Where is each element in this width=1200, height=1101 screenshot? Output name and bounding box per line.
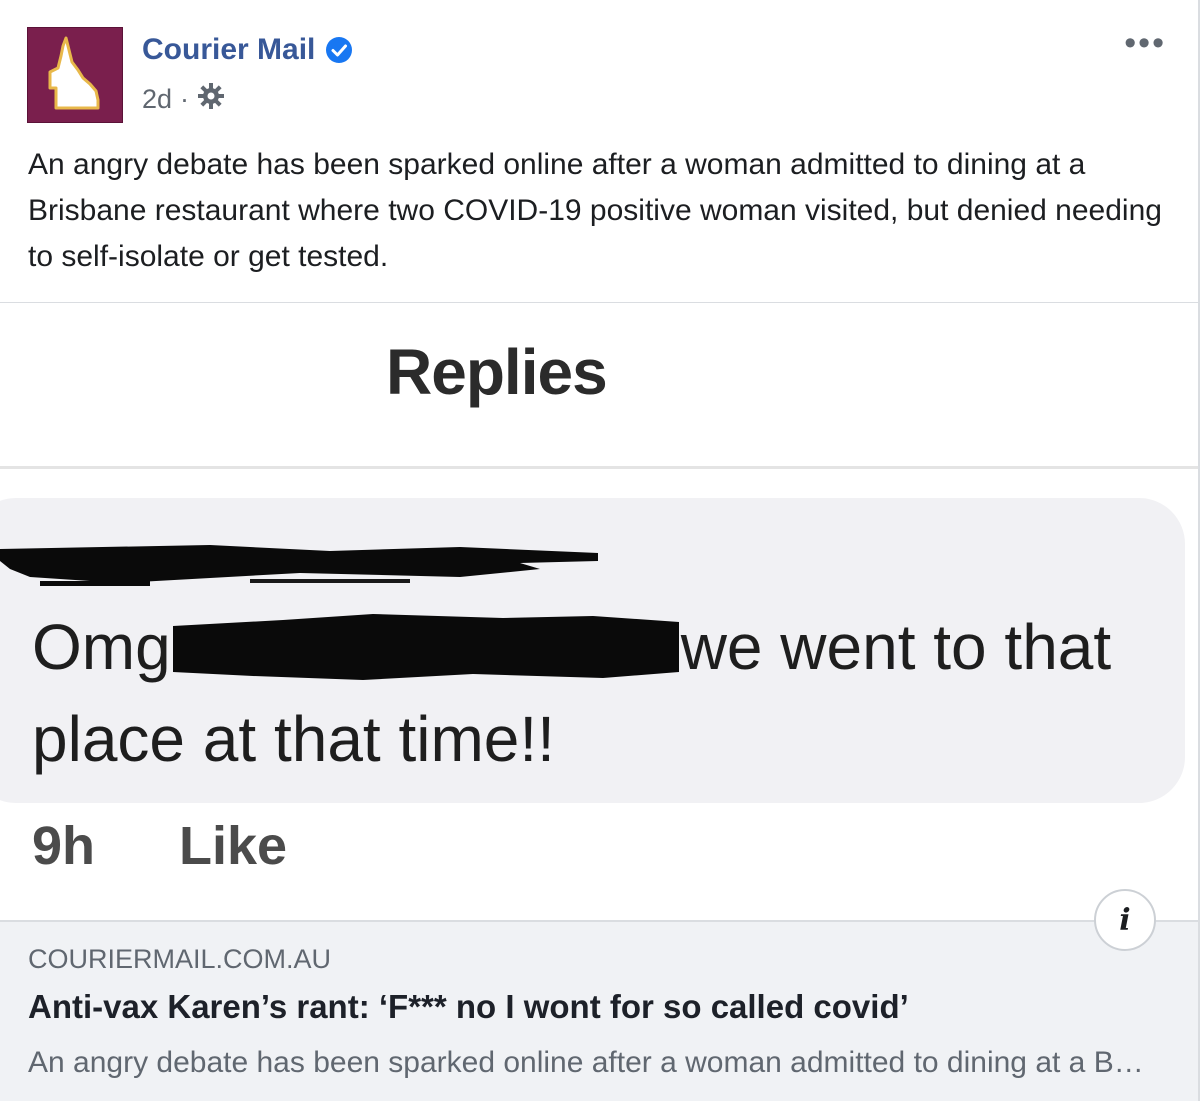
- comment-actions: 9h Like: [32, 815, 287, 877]
- replies-divider: [0, 466, 1198, 469]
- queensland-map-logo: [48, 36, 100, 110]
- embedded-screenshot[interactable]: Replies Omg we went to that place at tha…: [0, 303, 1198, 920]
- redacted-text: [172, 614, 679, 680]
- page-name[interactable]: Courier Mail: [142, 33, 315, 67]
- comment-line-2: place at that time!!: [32, 703, 555, 775]
- link-domain: COURIERMAIL.COM.AU: [28, 944, 332, 974]
- post-timestamp[interactable]: 2d: [142, 84, 172, 115]
- post-meta: 2d ·: [142, 82, 225, 117]
- meta-separator: ·: [180, 84, 190, 114]
- comment-like-label: Like: [179, 816, 288, 876]
- comment-end: we went to that: [680, 611, 1112, 683]
- link-title[interactable]: Anti-vax Karen’s rant: ‘F*** no I wont f…: [28, 988, 909, 1026]
- more-options-icon[interactable]: •••: [1124, 26, 1166, 60]
- info-icon[interactable]: i: [1094, 889, 1156, 951]
- comment-text: Omg we went to that place at that time!!: [32, 601, 1182, 785]
- link-preview[interactable]: COURIERMAIL.COM.AU Anti-vax Karen’s rant…: [0, 920, 1198, 1101]
- verified-badge-icon: [325, 36, 353, 64]
- post-caption: An angry debate has been sparked online …: [28, 148, 1162, 273]
- comment-start: Omg: [32, 611, 171, 683]
- redacted-commenter-name: [0, 545, 598, 586]
- link-description: An angry debate has been sparked online …: [28, 1046, 1153, 1079]
- comment-time: 9h: [32, 816, 96, 876]
- gear-icon[interactable]: [197, 82, 225, 117]
- page-avatar[interactable]: [27, 27, 123, 123]
- facebook-post: Courier Mail 2d · ••• An angry debate ha…: [0, 0, 1200, 1101]
- replies-heading: Replies: [386, 336, 608, 408]
- page-name-link[interactable]: Courier Mail: [142, 33, 353, 67]
